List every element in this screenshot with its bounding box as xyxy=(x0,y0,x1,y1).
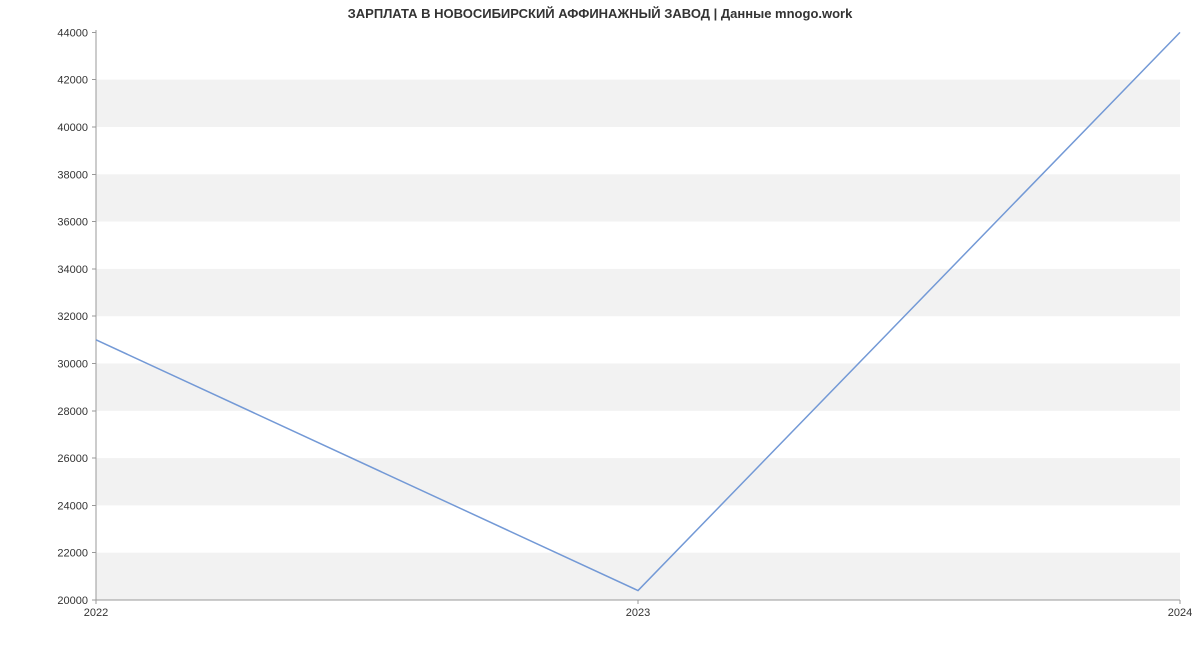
y-tick-label: 34000 xyxy=(57,264,88,276)
grid-band xyxy=(96,553,1180,600)
y-tick-label: 42000 xyxy=(57,75,88,87)
chart-svg: 20000 22000 24000 26000 28000 30000 32000 34000… xyxy=(0,0,1200,650)
y-tick-label: 38000 xyxy=(57,169,88,181)
y-tick-label: 24000 xyxy=(57,500,88,512)
x-tick-label: 2022 xyxy=(84,607,108,619)
y-tick-label: 36000 xyxy=(57,217,88,229)
y-tick-label: 28000 xyxy=(57,406,88,418)
x-tick-label: 2023 xyxy=(626,607,650,619)
x-tick-label: 2024 xyxy=(1168,607,1192,619)
y-tick-label: 32000 xyxy=(57,311,88,323)
y-tick-label: 30000 xyxy=(57,358,88,370)
chart-container: ЗАРПЛАТА В НОВОСИБИРСКИЙ АФФИНАЖНЫЙ ЗАВО… xyxy=(0,0,1200,650)
y-tick-label: 20000 xyxy=(57,595,88,607)
y-tick-label: 40000 xyxy=(57,122,88,134)
grid-band xyxy=(96,269,1180,316)
grid-band xyxy=(96,363,1180,410)
y-tick-label: 26000 xyxy=(57,453,88,465)
grid-band xyxy=(96,174,1180,221)
y-tick-label: 22000 xyxy=(57,548,88,560)
y-tick-label: 44000 xyxy=(57,27,88,39)
grid-band xyxy=(96,458,1180,505)
grid-band xyxy=(96,80,1180,127)
